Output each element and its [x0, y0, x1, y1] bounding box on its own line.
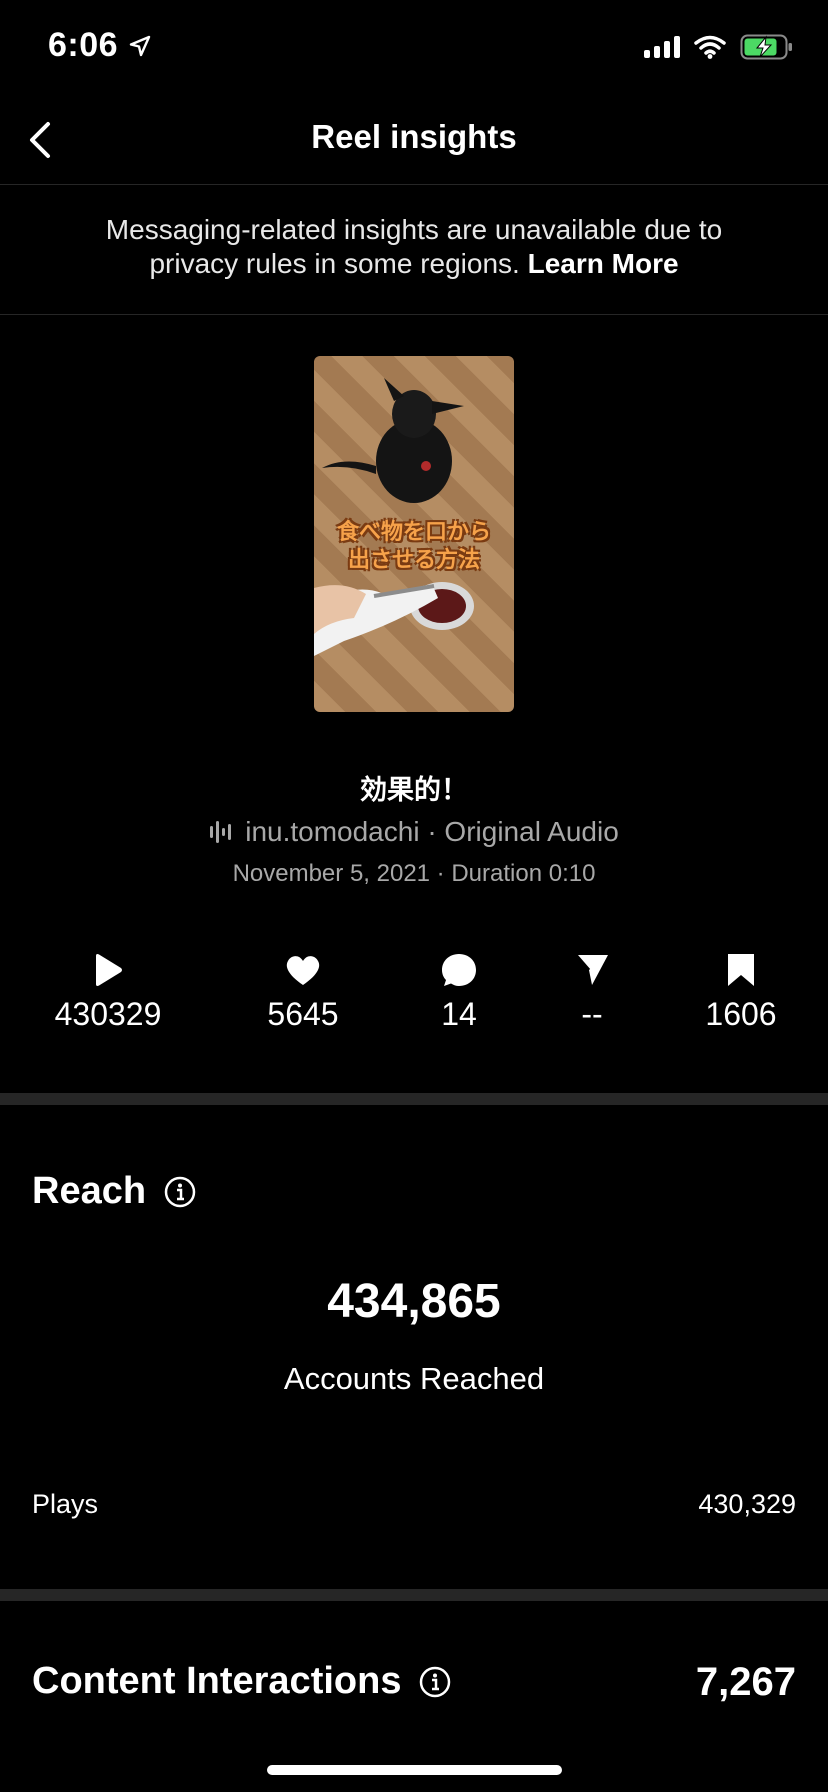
interactions-section-header: Content Interactions — [32, 1660, 451, 1703]
home-indicator[interactable] — [267, 1765, 562, 1775]
cellular-signal-icon — [644, 36, 680, 58]
shares-stat: -- — [512, 950, 672, 1033]
plays-row-label: Plays — [32, 1489, 99, 1519]
heart-icon — [286, 956, 320, 985]
reel-thumbnail[interactable]: 食べ物を口から 出させる方法 — [314, 356, 514, 712]
learn-more-link[interactable]: Learn More — [528, 248, 679, 279]
battery-charging-icon — [740, 34, 792, 60]
status-indicators — [644, 34, 794, 60]
comment-bubble-icon — [442, 954, 476, 986]
info-icon[interactable] — [164, 1176, 196, 1208]
accounts-reached-label: Accounts Reached — [283, 1361, 545, 1396]
play-icon — [96, 954, 122, 986]
plays-stat: 430329 — [28, 950, 188, 1033]
likes-count: 5645 — [267, 996, 339, 1032]
reel-caption: 効果的！ — [360, 775, 468, 805]
interactions-title: Content Interactions — [32, 1660, 402, 1702]
reach-section-header: Reach — [32, 1170, 196, 1213]
thumbnail-overlay-text: 食べ物を口から 出させる方法 — [314, 518, 514, 574]
accounts-reached-value: 434,865 — [327, 1275, 501, 1328]
info-icon[interactable] — [419, 1666, 451, 1698]
bookmark-icon — [728, 954, 754, 986]
wifi-icon — [694, 35, 726, 59]
thumbnail-text-line1: 食べ物を口から — [336, 519, 491, 544]
likes-stat: 5645 — [223, 950, 383, 1033]
status-time: 6:06 — [48, 26, 152, 65]
interactions-value: 7,267 — [695, 1660, 796, 1704]
thumbnail-text-line2: 出させる方法 — [347, 547, 480, 572]
location-arrow-icon — [129, 35, 151, 56]
section-divider-2 — [0, 1589, 828, 1601]
section-divider — [0, 1093, 828, 1105]
notice-divider — [0, 314, 828, 315]
page-title: Reel insights — [311, 118, 517, 155]
audio-attribution[interactable]: inu.tomodachi · Original Audio — [0, 816, 828, 848]
plays-row-value: 430,329 — [698, 1489, 796, 1519]
header-divider — [0, 184, 828, 185]
reel-meta: November 5, 2021 · Duration 0:10 — [232, 860, 596, 887]
status-time-text: 6:06 — [48, 26, 119, 64]
saves-stat: 1606 — [661, 950, 821, 1033]
privacy-notice: Messaging-related insights are unavailab… — [60, 213, 768, 281]
plays-count: 430329 — [54, 996, 162, 1032]
audio-waveform-icon — [210, 821, 232, 843]
send-icon — [574, 954, 608, 985]
reach-title: Reach — [32, 1170, 147, 1212]
saves-count: 1606 — [705, 996, 777, 1032]
shares-count: -- — [581, 996, 603, 1032]
audio-text: inu.tomodachi · Original Audio — [245, 816, 619, 847]
